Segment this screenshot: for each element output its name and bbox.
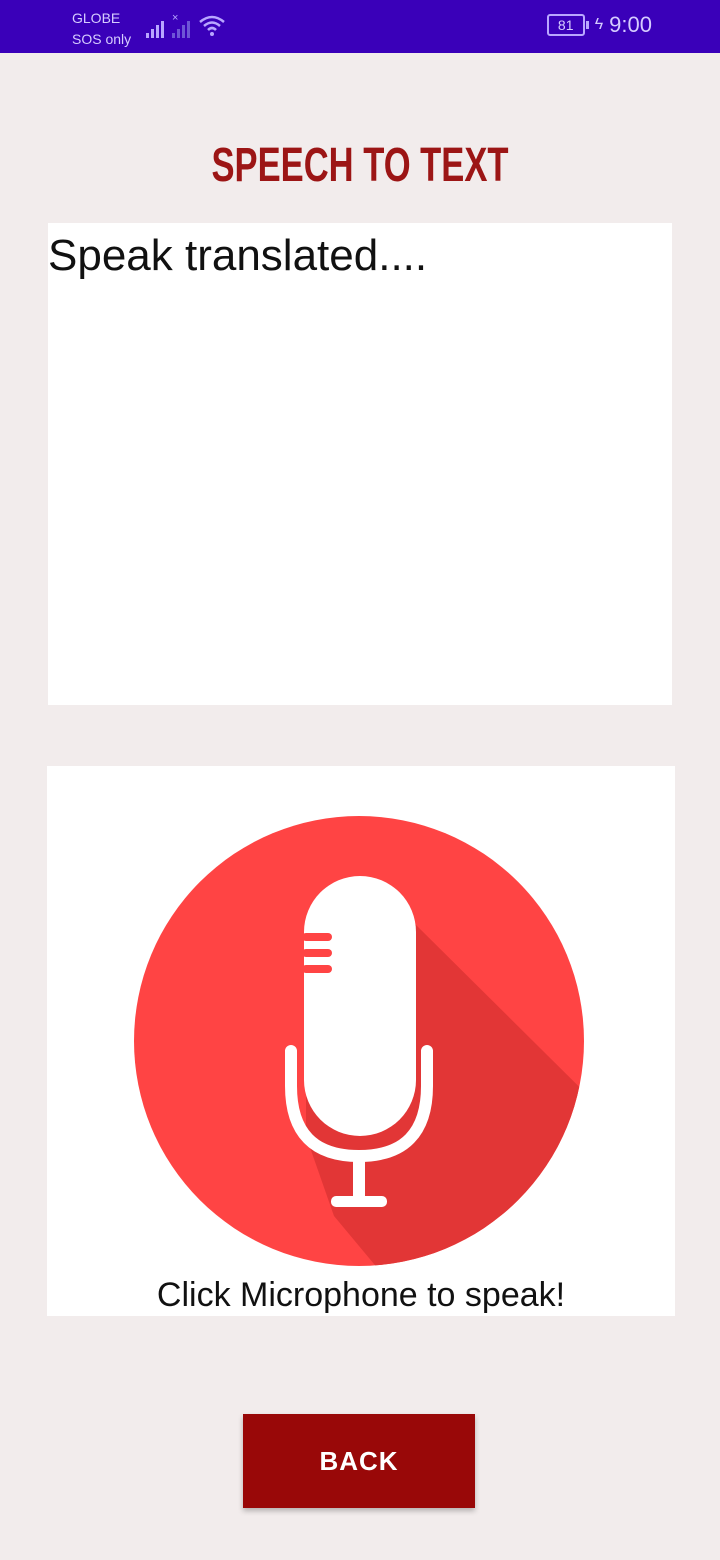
charging-icon: ϟ — [594, 16, 604, 33]
microphone-icon[interactable] — [134, 816, 584, 1266]
wifi-icon — [199, 15, 225, 36]
status-bar: GLOBE SOS only × 81 ϟ 9:00 — [0, 0, 720, 53]
signal-indicators: × — [146, 12, 226, 38]
back-button[interactable]: BACK — [243, 1414, 475, 1508]
microphone-card: Click Microphone to speak! — [47, 766, 675, 1316]
transcription-text: Speak translated.... — [48, 231, 428, 280]
signal-icon — [146, 16, 164, 38]
carrier-info: GLOBE SOS only — [72, 8, 131, 50]
transcription-output: Speak translated.... — [48, 223, 672, 705]
battery-icon: 81 — [546, 14, 589, 36]
mic-caption: Click Microphone to speak! — [156, 1276, 566, 1314]
battery-level: 81 — [557, 17, 574, 33]
clock: 9:00 — [609, 12, 652, 37]
signal-off-icon: × — [172, 12, 190, 38]
carrier-status: SOS only — [72, 31, 132, 47]
page-title: SPEECH TO TEXT — [211, 139, 509, 192]
status-right: 81 ϟ 9:00 — [546, 12, 652, 38]
carrier-name: GLOBE — [72, 10, 121, 26]
